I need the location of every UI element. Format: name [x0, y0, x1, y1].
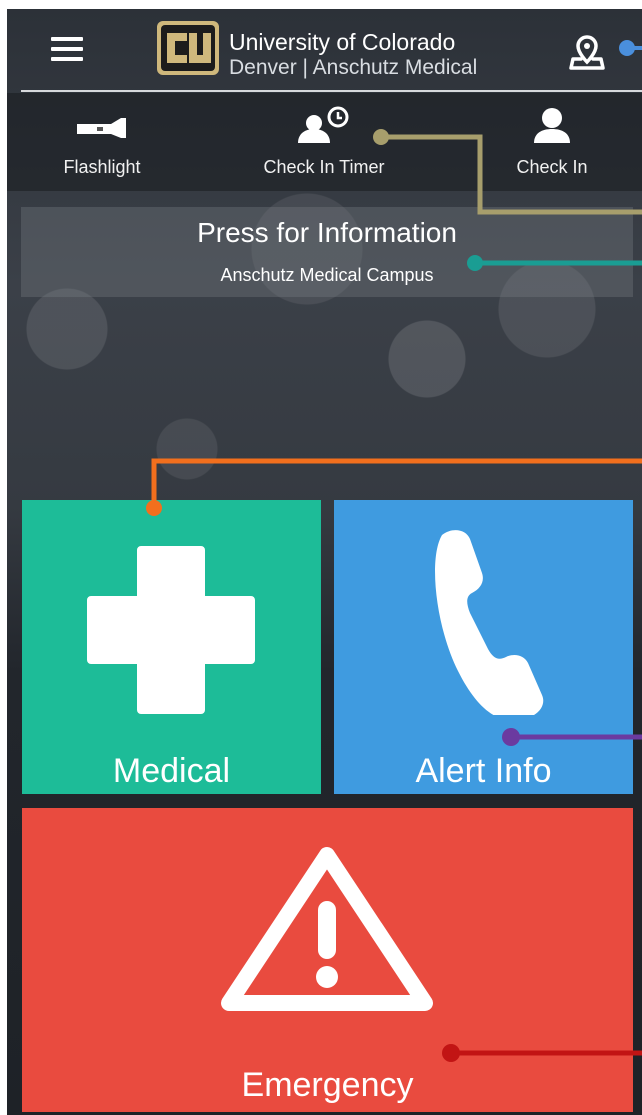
information-title: Press for Information: [197, 217, 457, 248]
check-in-button[interactable]: Check In: [467, 93, 637, 191]
flashlight-label: Flashlight: [63, 157, 141, 177]
brand-title: University of Colorado: [229, 29, 456, 55]
user-icon: [534, 108, 570, 143]
check-in-label: Check In: [516, 157, 588, 177]
emergency-label: Emergency: [241, 1066, 414, 1104]
alert-info-tile[interactable]: Alert Info: [334, 500, 633, 794]
top-bar: University of Colorado Denver | Anschutz…: [7, 9, 642, 91]
hamburger-icon[interactable]: [51, 37, 83, 61]
medical-label: Medical: [112, 752, 231, 790]
brand-subtitle: Denver | Anschutz Medical: [229, 56, 478, 79]
warning-icon: [221, 847, 433, 1011]
app-screen: University of Colorado Denver | Anschutz…: [7, 9, 642, 1115]
flashlight-button[interactable]: Flashlight: [17, 93, 187, 191]
cu-logo: [157, 21, 219, 75]
information-button[interactable]: Press for Information Anschutz Medical C…: [21, 207, 633, 297]
user-clock-icon: [298, 106, 349, 143]
medical-tile[interactable]: Medical: [22, 500, 321, 794]
map-pin-icon[interactable]: [567, 35, 607, 71]
check-in-timer-label: Check In Timer: [263, 157, 385, 177]
emergency-tile[interactable]: Emergency: [22, 808, 633, 1112]
check-in-timer-button[interactable]: Check In Timer: [239, 93, 409, 191]
header-divider: [21, 90, 642, 92]
flashlight-icon: [77, 118, 126, 138]
quick-actions-bar: Flashlight Check In Timer Check In: [7, 93, 642, 191]
alert-info-label: Alert Info: [415, 752, 552, 790]
campus-name: Anschutz Medical Campus: [220, 265, 434, 285]
phone-icon: [435, 530, 544, 715]
medical-cross-icon: [87, 546, 255, 714]
